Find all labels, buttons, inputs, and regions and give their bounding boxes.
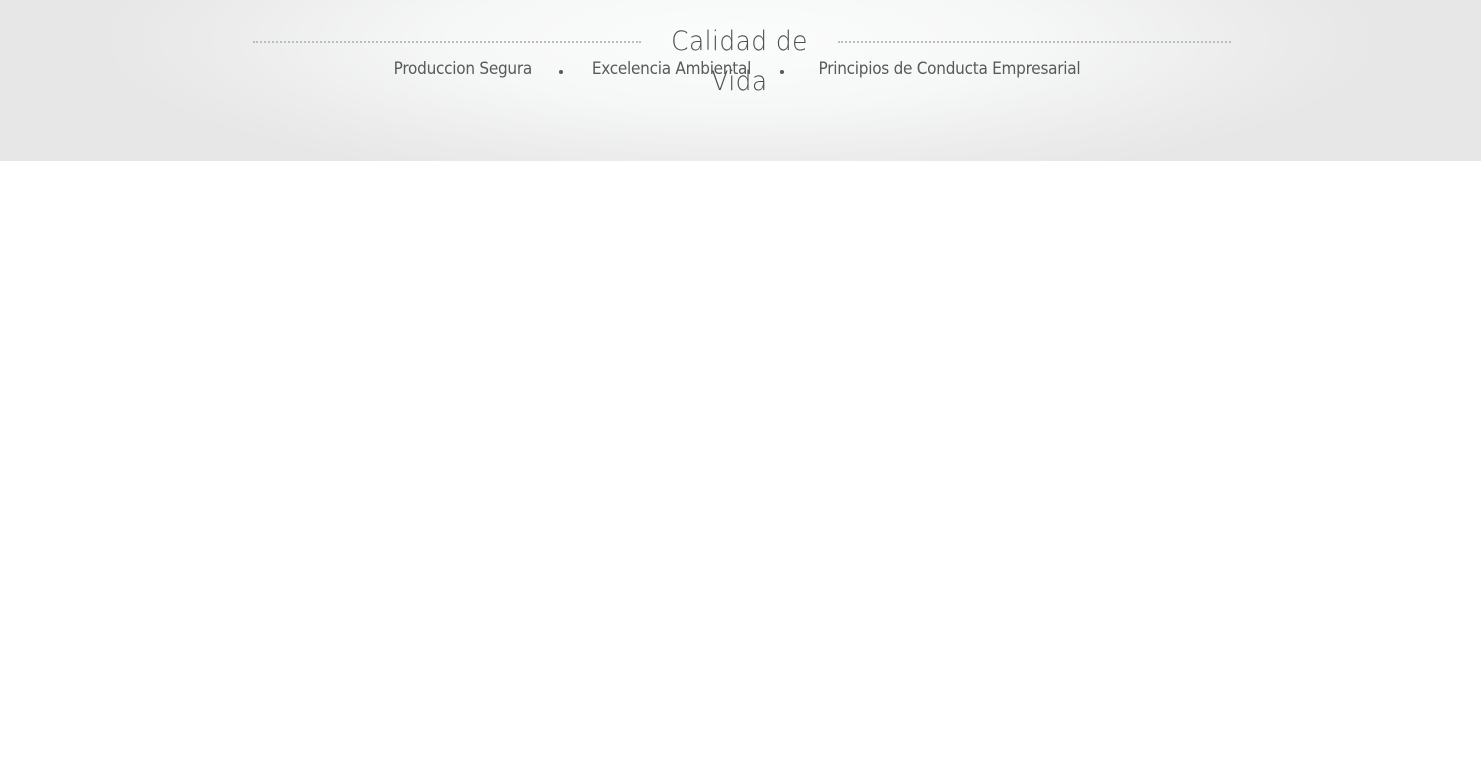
- header-band: Calidad de Vida Produccion Segura Excele…: [0, 0, 1481, 161]
- dotted-rule-right: [838, 41, 1231, 43]
- dotted-rule-left: [253, 41, 641, 43]
- nav-link-principios-conducta[interactable]: Principios de Conducta Empresarial: [819, 59, 1081, 79]
- nav-link-excelencia-ambiental[interactable]: Excelencia Ambiental: [592, 59, 751, 79]
- nav-link-produccion-segura[interactable]: Produccion Segura: [393, 59, 532, 79]
- main-content-area: [0, 161, 1481, 783]
- main-nav: Produccion Segura Excelencia Ambiental P…: [0, 56, 1481, 82]
- nav-separator-dot: [559, 70, 564, 74]
- nav-separator-dot: [780, 70, 785, 74]
